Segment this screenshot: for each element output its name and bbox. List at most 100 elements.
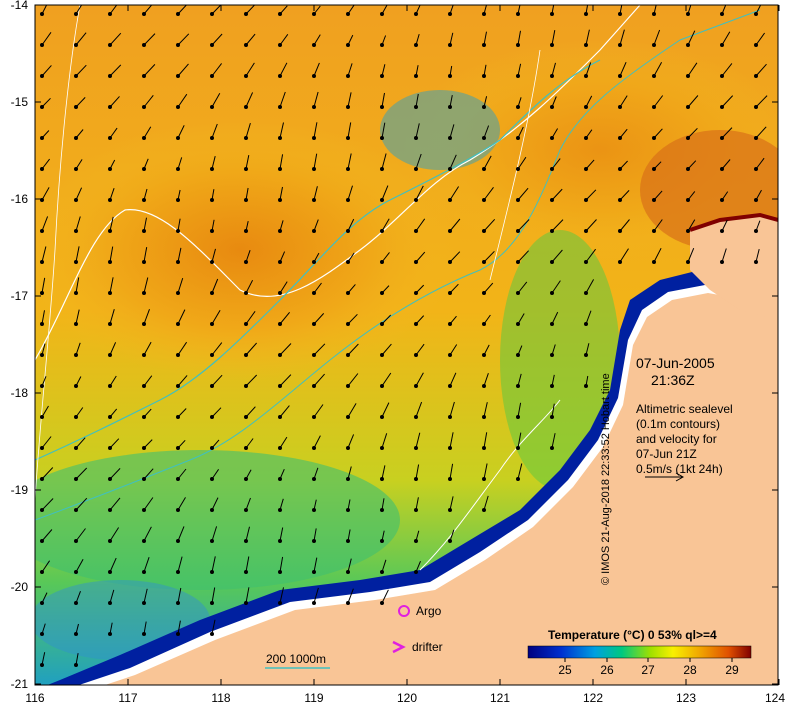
observation-time: 21:36Z: [651, 372, 695, 388]
velocity-arrow-head: [312, 12, 316, 16]
velocity-arrow-head: [142, 167, 146, 171]
velocity-arrow-head: [312, 291, 316, 295]
velocity-arrow-head: [448, 43, 452, 47]
velocity-arrow-head: [550, 446, 554, 450]
velocity-arrow-head: [312, 43, 316, 47]
annotation-line: (0.1m contours): [636, 417, 721, 431]
y-tick-label: -17: [11, 289, 29, 303]
velocity-arrow-head: [176, 446, 180, 450]
velocity-arrow-head: [312, 198, 316, 202]
velocity-arrow-head: [414, 105, 418, 109]
velocity-arrow-head: [142, 136, 146, 140]
velocity-arrow-head: [448, 136, 452, 140]
velocity-arrow-head: [142, 291, 146, 295]
observation-date: 07-Jun-2005: [636, 355, 715, 371]
velocity-arrow-head: [74, 291, 78, 295]
velocity-arrow-head: [40, 570, 44, 574]
velocity-arrow-head: [584, 12, 588, 16]
velocity-arrow-head: [278, 539, 282, 543]
velocity-arrow-head: [550, 43, 554, 47]
velocity-arrow-head: [346, 477, 350, 481]
velocity-arrow-head: [618, 167, 622, 171]
velocity-arrow-head: [584, 136, 588, 140]
velocity-arrow-head: [108, 353, 112, 357]
velocity-arrow-head: [74, 105, 78, 109]
velocity-arrow-head: [108, 446, 112, 450]
velocity-arrow-head: [176, 291, 180, 295]
velocity-arrow-head: [312, 167, 316, 171]
x-axis-labels: 116 117 118 119 120 121 122 123 124: [25, 691, 785, 705]
velocity-arrow-head: [108, 43, 112, 47]
velocity-arrow-head: [516, 291, 520, 295]
velocity-arrow-head: [108, 74, 112, 78]
velocity-arrow-head: [278, 12, 282, 16]
velocity-arrow-head: [652, 105, 656, 109]
velocity-arrow-head: [448, 322, 452, 326]
velocity-arrow-head: [482, 12, 486, 16]
velocity-arrow-head: [176, 632, 180, 636]
velocity-arrow-head: [516, 198, 520, 202]
velocity-arrow-head: [516, 477, 520, 481]
velocity-arrow-head: [74, 322, 78, 326]
velocity-arrow-head: [108, 105, 112, 109]
velocity-arrow-head: [346, 446, 350, 450]
velocity-arrow-head: [210, 477, 214, 481]
velocity-arrow-head: [754, 43, 758, 47]
velocity-arrow-head: [414, 74, 418, 78]
velocity-arrow-head: [312, 415, 316, 419]
velocity-arrow-head: [244, 508, 248, 512]
velocity-arrow-head: [210, 74, 214, 78]
velocity-arrow-head: [74, 229, 78, 233]
velocity-arrow-head: [380, 415, 384, 419]
velocity-arrow-head: [40, 260, 44, 264]
velocity-arrow-head: [346, 12, 350, 16]
velocity-arrow-head: [142, 539, 146, 543]
velocity-arrow-head: [482, 198, 486, 202]
velocity-arrow-head: [550, 105, 554, 109]
velocity-arrow-head: [380, 570, 384, 574]
velocity-arrow-head: [312, 384, 316, 388]
velocity-arrow-head: [40, 384, 44, 388]
velocity-arrow-head: [516, 105, 520, 109]
velocity-arrow-head: [720, 136, 724, 140]
velocity-arrow-head: [244, 167, 248, 171]
velocity-arrow-head: [482, 508, 486, 512]
velocity-arrow-head: [686, 167, 690, 171]
velocity-arrow-head: [720, 105, 724, 109]
velocity-arrow-head: [652, 136, 656, 140]
velocity-arrow-head: [414, 415, 418, 419]
velocity-arrow-head: [312, 508, 316, 512]
velocity-arrow-head: [244, 229, 248, 233]
velocity-arrow-head: [40, 136, 44, 140]
velocity-arrow-head: [720, 198, 724, 202]
velocity-arrow-head: [482, 105, 486, 109]
argo-label: Argo: [416, 604, 442, 618]
velocity-arrow-head: [74, 415, 78, 419]
velocity-arrow-head: [210, 539, 214, 543]
x-tick-label: 116: [25, 691, 44, 705]
y-tick-label: -18: [11, 386, 29, 400]
velocity-arrow-head: [516, 353, 520, 357]
velocity-arrow-head: [482, 260, 486, 264]
velocity-arrow-head: [312, 105, 316, 109]
velocity-arrow-head: [40, 43, 44, 47]
velocity-arrow-head: [108, 260, 112, 264]
velocity-arrow-head: [652, 229, 656, 233]
velocity-arrow-head: [482, 477, 486, 481]
velocity-arrow-head: [618, 198, 622, 202]
velocity-arrow-head: [380, 446, 384, 450]
velocity-arrow-head: [40, 12, 44, 16]
velocity-arrow-head: [380, 260, 384, 264]
velocity-arrow-head: [108, 198, 112, 202]
velocity-arrow-head: [74, 198, 78, 202]
velocity-arrow-head: [516, 167, 520, 171]
annotation-line: Altimetric sealevel: [636, 402, 733, 416]
velocity-arrow-head: [142, 260, 146, 264]
x-tick-label: 117: [118, 691, 137, 705]
velocity-arrow-head: [380, 43, 384, 47]
velocity-arrow-head: [74, 353, 78, 357]
velocity-arrow-head: [448, 167, 452, 171]
velocity-arrow-head: [176, 508, 180, 512]
velocity-arrow-head: [142, 570, 146, 574]
velocity-arrow-head: [584, 198, 588, 202]
